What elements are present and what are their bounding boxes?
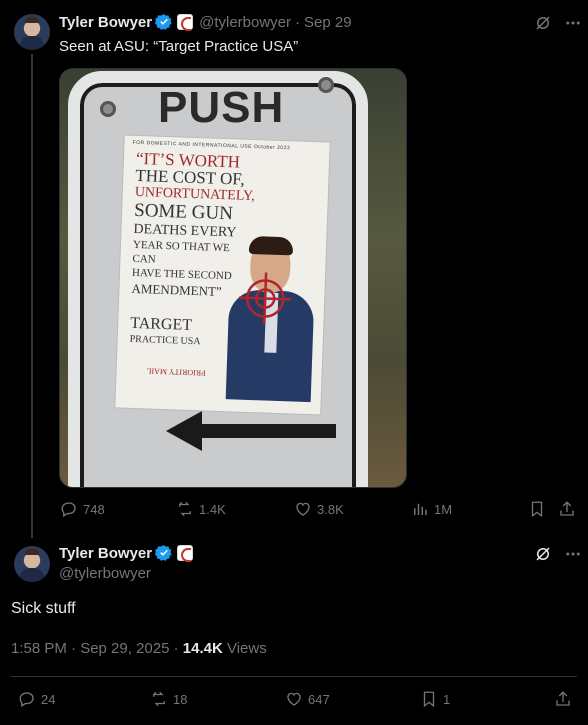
- share-icon: [560, 501, 574, 516]
- bookmark-button[interactable]: [528, 500, 546, 518]
- thread-line: [31, 54, 33, 538]
- verified-badge-icon: [155, 545, 172, 561]
- tweet-photo[interactable]: PUSH FOR DOMESTIC AND INTERNATIONAL USE …: [59, 68, 407, 488]
- like-button[interactable]: 647: [285, 690, 330, 708]
- affiliation-badge-icon[interactable]: [177, 14, 194, 31]
- sign-bolt: [318, 77, 334, 93]
- bookmark-icon: [531, 501, 543, 518]
- reply-header: Tyler Bowyer: [59, 543, 194, 563]
- more-options-icon[interactable]: [564, 545, 582, 563]
- reply-button[interactable]: 748: [60, 500, 105, 518]
- tweet-top-actions: [534, 14, 582, 32]
- reply-meta: 1:58 PM · Sep 29, 2025 · 14.4K Views: [11, 640, 267, 657]
- author-handle[interactable]: @tylerbowyer: [59, 565, 151, 582]
- bookmark-count: 1: [443, 691, 451, 707]
- heart-icon: [287, 692, 301, 706]
- reply-views-count: 14.4K: [182, 640, 223, 657]
- reply-text: Sick stuff: [11, 600, 76, 617]
- reply-button[interactable]: 24: [18, 690, 55, 708]
- verified-badge-icon: [155, 14, 172, 30]
- repost-button[interactable]: 18: [150, 690, 187, 708]
- bookmark-button[interactable]: 1: [420, 690, 450, 708]
- reply-timestamp[interactable]: 1:58 PM · Sep 29, 2025 ·: [11, 640, 183, 657]
- author-name[interactable]: Tyler Bowyer: [59, 545, 152, 562]
- like-count: 3.8K: [317, 501, 344, 517]
- poster-target-text: TARGET PRACTICE USA: [129, 315, 201, 350]
- more-options-icon[interactable]: [564, 14, 582, 32]
- reply-views-label: Views: [222, 640, 267, 657]
- left-arrow-icon: [166, 411, 336, 451]
- sign-bolt: [140, 487, 156, 488]
- tweet-text: Seen at ASU: “Target Practice USA”: [59, 38, 299, 55]
- sign-bolt: [100, 101, 116, 117]
- poster-stamp: PRIORITY MAIL: [146, 366, 206, 378]
- share-icon: [556, 691, 570, 706]
- separator-dot: ·: [295, 13, 301, 31]
- like-button[interactable]: 3.8K: [294, 500, 344, 518]
- reply-count: 748: [83, 501, 105, 517]
- share-button[interactable]: [558, 500, 576, 518]
- avatar[interactable]: [14, 14, 50, 50]
- divider: [11, 676, 577, 677]
- repost-icon: [179, 501, 191, 517]
- heart-icon: [296, 502, 310, 516]
- views-count: 1M: [434, 501, 453, 517]
- reply-icon: [61, 502, 76, 517]
- poster-target-line: PRACTICE USA: [129, 333, 201, 348]
- poster: FOR DOMESTIC AND INTERNATIONAL USE Octob…: [115, 135, 330, 415]
- sign-text: PUSH: [158, 83, 285, 132]
- analytics-icon: [414, 503, 427, 515]
- reply-icon: [19, 692, 34, 707]
- share-button[interactable]: [554, 690, 572, 708]
- crosshair-icon: [239, 272, 292, 325]
- like-count: 647: [308, 691, 330, 707]
- views-button[interactable]: 1M: [411, 500, 452, 518]
- grok-icon[interactable]: [534, 14, 552, 32]
- affiliation-badge-icon[interactable]: [177, 545, 194, 562]
- repost-count: 18: [173, 691, 188, 707]
- bookmark-icon: [423, 691, 435, 708]
- portrait-hair: [248, 235, 294, 256]
- reply-count: 24: [41, 691, 56, 707]
- reply-top-actions: [534, 545, 582, 563]
- repost-button[interactable]: 1.4K: [176, 500, 226, 518]
- author-name[interactable]: Tyler Bowyer: [59, 14, 152, 31]
- avatar[interactable]: [14, 546, 50, 582]
- tweet-date[interactable]: Sep 29: [304, 14, 352, 31]
- grok-icon[interactable]: [534, 545, 552, 563]
- repost-icon: [153, 691, 165, 707]
- tweet-header: Tyler Bowyer @tylerbowyer · Sep 29: [59, 12, 352, 32]
- repost-count: 1.4K: [199, 501, 226, 517]
- author-handle[interactable]: @tylerbowyer: [199, 14, 291, 31]
